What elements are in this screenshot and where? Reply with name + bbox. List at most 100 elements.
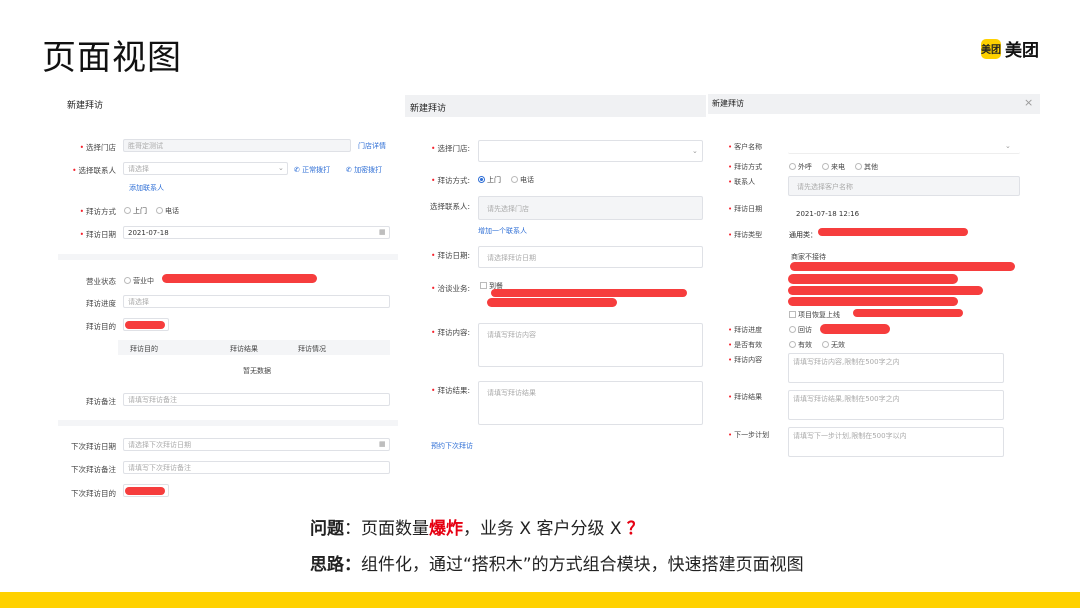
- panel3-customer-label: • 客户名称: [728, 143, 763, 151]
- panel2-title: 新建拜访: [410, 104, 447, 114]
- panel2-method-radio-visit[interactable]: 上门: [478, 175, 501, 185]
- panel2-content-label: • 拜访内容:: [431, 328, 470, 337]
- slide-title: 页面视图: [42, 38, 182, 78]
- panel2-method-label: • 拜访方式:: [431, 176, 470, 185]
- panel1-next-purpose-label: 下次拜访目的: [71, 489, 116, 498]
- panel1-call-encrypted-button[interactable]: ✆ 加密拨打: [346, 165, 382, 175]
- panel1-biz-status-label: 营业状态: [86, 277, 116, 286]
- redaction-mark: [788, 297, 958, 306]
- panel2-add-contact-link[interactable]: 增加一个联系人: [478, 226, 527, 236]
- panel1-add-contact-link[interactable]: 添加联系人: [129, 183, 164, 193]
- panel3-date-label: • 拜访日期: [728, 205, 763, 213]
- meituan-logo-icon: 美团: [981, 38, 1001, 59]
- panel1-contact-select[interactable]: 请选择: [123, 162, 288, 175]
- panel2-result-textarea[interactable]: 请填写拜访结果: [478, 381, 703, 425]
- panel1-date-picker[interactable]: 2021-07-18: [123, 226, 390, 239]
- redaction-mark: [162, 274, 317, 283]
- question-mark-icon: ？: [626, 519, 644, 539]
- panel2-contact-label: 选择联系人:: [429, 202, 470, 211]
- panel3-customer-select[interactable]: [788, 138, 1020, 154]
- panel1-remark-label: 拜访备注: [86, 397, 116, 406]
- panel1-table-empty: 暂无数据: [243, 367, 271, 375]
- panel3-next-plan-textarea[interactable]: 请填写下一步计划,限制在500字以内: [788, 427, 1004, 457]
- idea-text: 组件化，通过“搭积木”的方式组合模块，快速搭建页面视图: [361, 555, 804, 575]
- panel2-store-select[interactable]: [478, 140, 703, 162]
- panel3-method-radio-other[interactable]: 其他: [855, 162, 878, 172]
- panel3-method-radio-outbound[interactable]: 外呼: [789, 162, 812, 172]
- panel1-purpose-table-header: 拜访目的 拜访结果 拜访情况: [118, 340, 390, 355]
- panel2-date-label: • 拜访日期:: [431, 251, 470, 260]
- panel-form-3: 新建拜访 × • 客户名称 ⌄ • 拜访方式 外呼 来电 其他 • 联系人 请先选择客…: [708, 94, 1040, 466]
- meituan-logo: 美团 美团: [981, 36, 1039, 61]
- panel3-contact-select[interactable]: 请先选择客户名称: [788, 176, 1020, 196]
- panel1-purpose-label: 拜访目的: [86, 322, 116, 331]
- footer-accent-bar: [0, 592, 1080, 608]
- panel1-store-label: • 选择门店: [79, 143, 116, 152]
- redaction-mark: [491, 289, 687, 297]
- panel2-header: [405, 95, 706, 117]
- panel1-store-select[interactable]: 胜哥定测试: [123, 139, 351, 152]
- calendar-icon: ▦: [379, 228, 386, 236]
- redaction-mark: [487, 298, 617, 307]
- panel2-method-radio-phone[interactable]: 电话: [511, 175, 534, 185]
- panel3-content-textarea[interactable]: 请填写拜访内容,限制在500字之内: [788, 353, 1004, 383]
- phone-icon: ✆: [294, 166, 303, 174]
- table-header-cell: 拜访目的: [130, 345, 158, 353]
- panel2-schedule-next-link[interactable]: 预约下次拜访: [431, 441, 473, 451]
- panel3-date-picker[interactable]: 2021-07-18 12:16: [788, 204, 1020, 224]
- panel1-store-detail-link[interactable]: 门店详情: [358, 141, 386, 151]
- idea-label: 思路：: [310, 555, 361, 575]
- panel2-contact-select[interactable]: 请先选择门店: [478, 196, 703, 220]
- chevron-down-icon: ⌄: [692, 147, 698, 155]
- panel2-date-picker[interactable]: 请选择拜访日期: [478, 246, 703, 268]
- panel3-method-radio-inbound[interactable]: 来电: [822, 162, 845, 172]
- panel-form-2: 新建拜访 • 选择门店: ⌄ • 拜访方式: 上门 电话 选择联系人: 请先选择门店…: [405, 95, 706, 465]
- panel1-contact-label: • 选择联系人: [72, 166, 116, 175]
- panel3-type-label: • 拜访类型: [728, 231, 763, 239]
- redaction-mark: [820, 324, 890, 334]
- problem-statement: 问题：页面数量爆炸，业务 X 客户分级 X ？: [310, 514, 644, 539]
- panel1-method-radio-visit[interactable]: 上门: [124, 206, 147, 216]
- redaction-mark: [818, 228, 968, 236]
- panel3-valid-radio-no[interactable]: 无效: [822, 340, 845, 350]
- close-icon[interactable]: ×: [1024, 96, 1033, 109]
- redaction-mark: [790, 262, 1015, 271]
- panel3-title: 新建拜访: [712, 99, 744, 108]
- table-header-cell: 拜访结果: [230, 345, 258, 353]
- redaction-mark: [788, 286, 983, 295]
- section-divider: [58, 254, 398, 260]
- panel2-content-textarea[interactable]: 请填写拜访内容: [478, 323, 703, 367]
- panel1-next-date-picker[interactable]: 请选择下次拜访日期: [123, 438, 390, 451]
- panel3-type-general: 通用类：: [789, 231, 817, 239]
- table-header-cell: 拜访情况: [298, 345, 326, 353]
- chevron-down-icon: ⌄: [1005, 142, 1011, 150]
- panel3-valid-label: • 是否有效: [728, 341, 763, 349]
- panel3-type-checkbox-restore[interactable]: 项目恢复上线: [789, 310, 840, 320]
- panel1-method-radio-phone[interactable]: 电话: [156, 206, 179, 216]
- redaction-mark: [853, 309, 963, 317]
- panel3-method-label: • 拜访方式: [728, 163, 763, 171]
- problem-highlight: 爆炸: [429, 519, 463, 539]
- panel1-call-normal-button[interactable]: ✆ 正常拨打: [294, 165, 330, 175]
- panel1-next-remark-label: 下次拜访备注: [71, 465, 116, 474]
- phone-icon: ✆: [346, 166, 355, 174]
- panel3-type-checkbox-no-reception[interactable]: 商家不接待: [791, 252, 826, 262]
- panel2-result-label: • 拜访结果:: [431, 386, 470, 395]
- panel1-progress-select[interactable]: 请选择: [123, 295, 390, 308]
- panel1-remark-input[interactable]: 请填写拜访备注: [123, 393, 390, 406]
- panel1-date-label: • 拜访日期: [79, 230, 116, 239]
- panel3-progress-radio[interactable]: 回访: [789, 325, 812, 335]
- section-divider: [58, 420, 398, 426]
- redaction-mark: [788, 274, 958, 284]
- panel1-next-remark-input[interactable]: 请填写下次拜访备注: [123, 461, 390, 474]
- panel1-method-label: • 拜访方式: [79, 207, 116, 216]
- panel1-progress-label: 拜访进度: [86, 299, 116, 308]
- chevron-down-icon: ⌄: [278, 164, 284, 172]
- panel3-result-textarea[interactable]: 请填写拜访结果,限制在500字之内: [788, 390, 1004, 420]
- panel-form-1: 新建拜访 • 选择门店 胜哥定测试 门店详情 • 选择联系人 请选择 ⌄ ✆ 正常拨…: [58, 90, 398, 502]
- panel3-contact-label: • 联系人: [728, 178, 756, 186]
- panel3-valid-radio-yes[interactable]: 有效: [789, 340, 812, 350]
- panel1-next-date-label: 下次拜访日期: [71, 442, 116, 451]
- panel1-biz-status-radio[interactable]: 营业中: [124, 276, 154, 286]
- panel3-next-plan-label: • 下一步计划: [728, 431, 770, 439]
